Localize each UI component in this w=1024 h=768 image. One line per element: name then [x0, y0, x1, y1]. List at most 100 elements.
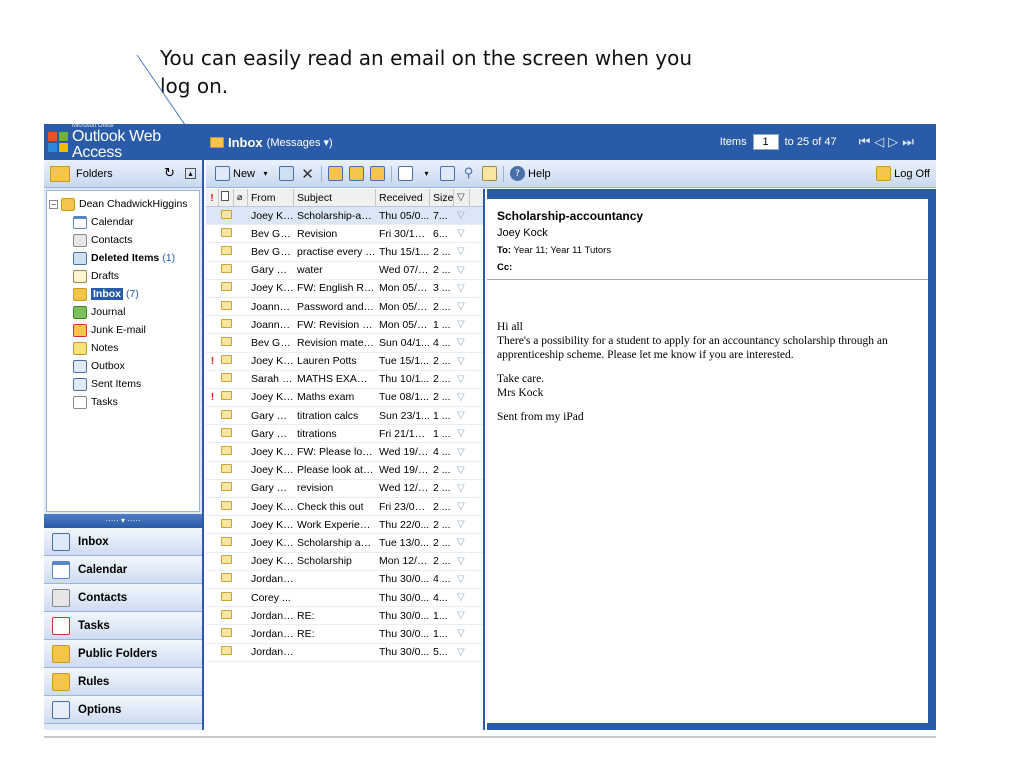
- table-row[interactable]: Joey Ko... FW: English Rev... Mon 05/1... 3…: [206, 280, 483, 298]
- table-row[interactable]: Gary C.... titration calcs Sun 23/1... 1 ..…: [206, 407, 483, 426]
- nav-options[interactable]: Options: [44, 696, 202, 724]
- table-row[interactable]: Joanna ... FW: Revision m... Mon 05/1... 1 …: [206, 316, 483, 335]
- folder-item-contacts[interactable]: Contacts: [73, 231, 197, 249]
- nav-calendar[interactable]: Calendar: [44, 556, 202, 584]
- received-column-header[interactable]: Received: [376, 189, 430, 206]
- table-row[interactable]: Joey Ko... Check this out Fri 23/09/... 2 .…: [206, 498, 483, 517]
- flag-icon[interactable]: ▽: [454, 483, 470, 494]
- refresh-icon[interactable]: ↻: [164, 166, 175, 181]
- flag-icon[interactable]: ▽: [454, 501, 470, 512]
- folder-item-drafts[interactable]: Drafts: [73, 267, 197, 285]
- delete-icon[interactable]: ✕: [300, 165, 315, 183]
- from-column-header[interactable]: From: [248, 189, 294, 206]
- flag-icon[interactable]: ▽: [454, 301, 470, 312]
- flag-icon[interactable]: ▽: [454, 519, 470, 530]
- table-row[interactable]: Jordan ... Thu 30/0... 5... ▽: [206, 644, 483, 662]
- table-row[interactable]: Bev Gra... Revision materi... Sun 04/1... 4…: [206, 334, 483, 353]
- table-row[interactable]: Sarah R... MATHS EXAM - ... Thu 10/1... 2 .…: [206, 371, 483, 389]
- size-column-header[interactable]: Size: [430, 189, 454, 206]
- chevron-down-icon[interactable]: ▾: [258, 166, 273, 181]
- table-row[interactable]: Joey Ko... Work Experience Thu 22/0... 2 ..…: [206, 516, 483, 535]
- folder-item-tasks[interactable]: Tasks: [73, 393, 197, 411]
- table-row[interactable]: Joanna ... Password and A... Mon 05/1... 2 …: [206, 298, 483, 317]
- collapse-tree-icon[interactable]: −: [49, 199, 58, 209]
- nav-rules[interactable]: Rules: [44, 668, 202, 696]
- folder-item-sent-items[interactable]: Sent Items: [73, 375, 197, 393]
- table-row[interactable]: Bev Gra... practise every q... Thu 15/1...…: [206, 243, 483, 262]
- folder-item-junk-email[interactable]: Junk E-mail: [73, 321, 197, 339]
- table-row[interactable]: Corey ... Thu 30/0... 4... ▽: [206, 589, 483, 608]
- reading-pane-icon[interactable]: [398, 166, 414, 181]
- flag-icon[interactable]: ▽: [454, 447, 470, 458]
- flag-icon[interactable]: ▽: [454, 356, 470, 367]
- find-icon[interactable]: ⚲: [461, 166, 476, 181]
- attachment-column-header[interactable]: ⌀: [234, 189, 248, 206]
- reply-all-icon[interactable]: [349, 166, 365, 181]
- nav-inbox[interactable]: Inbox: [44, 528, 202, 556]
- table-row[interactable]: Gary C.... titrations Fri 21/10/... 1 ... ▽: [206, 425, 483, 444]
- table-row[interactable]: Joey Ko... Scholarship and ... Tue 13/0...…: [206, 534, 483, 553]
- subject-column-header[interactable]: Subject: [294, 189, 376, 206]
- folder-item-notes[interactable]: Notes: [73, 339, 197, 357]
- table-row[interactable]: Gary C.... water Wed 07/1... 2 ... ▽: [206, 262, 483, 280]
- table-row[interactable]: Jordan ... RE: Thu 30/0... 1... ▽: [206, 625, 483, 644]
- table-row[interactable]: Joey Ko... Scholarship Mon 12/0... 2 ... ▽: [206, 553, 483, 571]
- table-row[interactable]: Bev Gra... Revision Fri 30/12/... 6... ▽: [206, 225, 483, 244]
- table-row[interactable]: Joey Ko... Scholarship-acc... Thu 05/0... 7…: [206, 207, 483, 226]
- flag-icon[interactable]: ▽: [454, 537, 470, 548]
- reply-icon[interactable]: [328, 166, 344, 181]
- nav-contacts[interactable]: Contacts: [44, 584, 202, 612]
- table-row[interactable]: ! Joey Ko... Maths exam Tue 08/1... 2 ... ▽: [206, 389, 483, 408]
- to-value[interactable]: Year 11; Year 11 Tutors: [514, 245, 612, 256]
- previous-page-icon[interactable]: ◁: [874, 135, 884, 150]
- flag-icon[interactable]: ▽: [454, 283, 470, 294]
- check-messages-icon[interactable]: [440, 166, 456, 181]
- mailbox-root[interactable]: − Dean ChadwickHiggins: [49, 195, 197, 213]
- table-row[interactable]: Joey Ko... FW: Please look... Wed 19/1... 4…: [206, 443, 483, 462]
- flag-icon[interactable]: ▽: [454, 210, 470, 221]
- collapse-icon[interactable]: ▴: [185, 168, 196, 179]
- folder-item-inbox[interactable]: Inbox (7): [73, 285, 197, 303]
- new-message-icon[interactable]: [215, 166, 230, 181]
- first-page-icon[interactable]: ⏮: [859, 135, 871, 150]
- flag-icon[interactable]: ▽: [454, 392, 470, 403]
- flag-icon[interactable]: ▽: [454, 647, 470, 658]
- last-page-icon[interactable]: ⏭: [902, 135, 914, 150]
- flag-icon[interactable]: ▽: [454, 574, 470, 585]
- folder-item-calendar[interactable]: Calendar: [73, 213, 197, 231]
- flag-icon[interactable]: ▽: [454, 337, 470, 348]
- flag-icon[interactable]: ▽: [454, 410, 470, 421]
- table-row[interactable]: Joey Ko... Please look at this Wed 19/1...…: [206, 462, 483, 480]
- nav-pane-splitter[interactable]: ····· ▾ ·····: [44, 514, 202, 528]
- help-icon[interactable]: ?: [510, 166, 526, 181]
- table-row[interactable]: Jordan ... RE: Thu 30/0... 1... ▽: [206, 607, 483, 626]
- flag-icon[interactable]: ▽: [454, 556, 470, 567]
- chevron-down-icon[interactable]: ▾: [419, 166, 434, 181]
- nav-public-folders[interactable]: Public Folders: [44, 640, 202, 668]
- next-page-icon[interactable]: ▷: [888, 135, 898, 150]
- table-row[interactable]: ! Joey Ko... Lauren Potts Tue 15/1... 2 ... ▽: [206, 353, 483, 371]
- folder-item-deleted-items[interactable]: Deleted Items (1): [73, 249, 197, 267]
- help-button[interactable]: Help: [528, 168, 551, 180]
- flag-icon[interactable]: ▽: [454, 265, 470, 276]
- flag-icon[interactable]: ▽: [454, 246, 470, 257]
- view-selector[interactable]: (Messages ▾): [267, 136, 333, 149]
- importance-column-header[interactable]: !: [206, 189, 219, 206]
- folder-item-outbox[interactable]: Outbox: [73, 357, 197, 375]
- flag-icon[interactable]: ▽: [454, 319, 470, 330]
- flag-icon[interactable]: ▽: [454, 592, 470, 603]
- item-type-column-header[interactable]: [219, 189, 234, 206]
- folder-item-journal[interactable]: Journal: [73, 303, 197, 321]
- forward-icon[interactable]: [370, 166, 386, 181]
- flag-icon[interactable]: ▽: [454, 228, 470, 239]
- table-row[interactable]: Jordan ... Thu 30/0... 4 ... ▽: [206, 571, 483, 589]
- log-off-button[interactable]: Log Off: [873, 166, 930, 181]
- move-to-folder-icon[interactable]: [279, 166, 295, 181]
- message-sender[interactable]: Joey Kock: [497, 227, 918, 239]
- flag-column-header[interactable]: ▽: [454, 189, 470, 206]
- new-button[interactable]: New: [233, 168, 255, 180]
- flag-icon[interactable]: ▽: [454, 465, 470, 476]
- address-book-icon[interactable]: [482, 166, 498, 181]
- nav-tasks[interactable]: Tasks: [44, 612, 202, 640]
- page-number-input[interactable]: 1: [752, 134, 779, 150]
